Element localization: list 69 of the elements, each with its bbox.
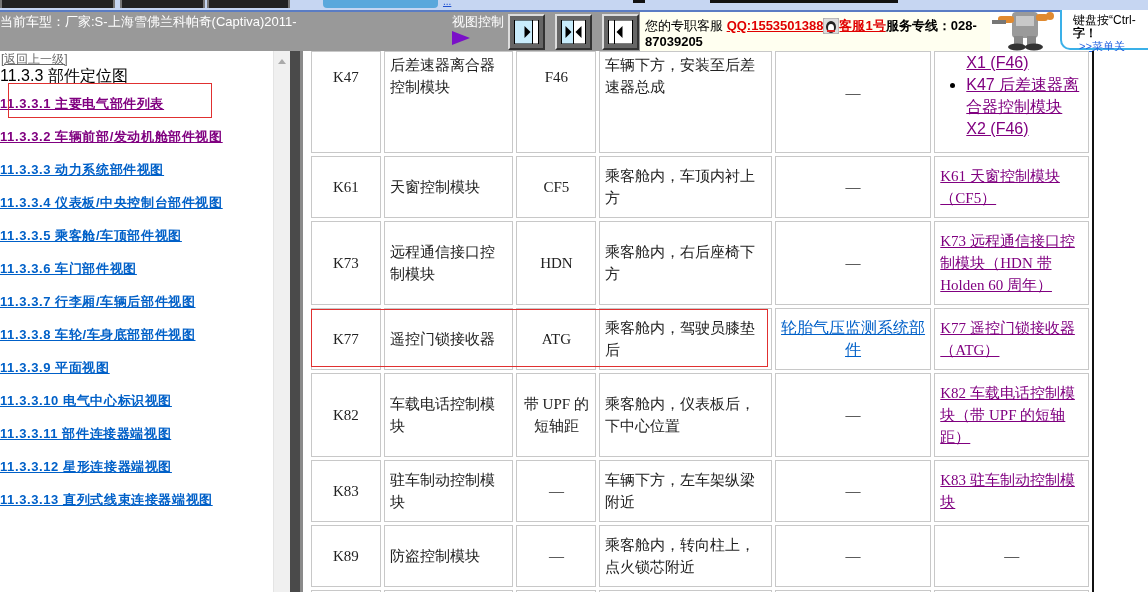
expand-right-button[interactable]	[508, 14, 545, 50]
section-link[interactable]: 11.3.3.9 平面视图	[0, 360, 110, 376]
section-link[interactable]: 11.3.3.11 部件连接器端视图	[0, 426, 172, 442]
toolbar-tab[interactable]	[633, 0, 646, 3]
component-link[interactable]: X1 (F46)	[966, 52, 1083, 74]
location-cell: 乘客舱内，右后座椅下方	[605, 244, 756, 282]
location-cell: 车辆下方，安装至后差速器总成	[605, 57, 756, 95]
section-link[interactable]: 11.3.3.2 车辆前部/发动机舱部件视图	[0, 129, 223, 145]
more-link[interactable]: ...	[443, 0, 452, 7]
name-cell: 远程通信接口控制模块	[389, 244, 495, 282]
name-cell: 防盗控制模块	[389, 548, 480, 564]
section-link[interactable]: 11.3.3.7 行李厢/车辆后部件视图	[0, 294, 196, 310]
code-cell: K82	[333, 407, 359, 423]
expand-left-button[interactable]	[602, 14, 639, 50]
name-cell: 遥控门锁接收器	[389, 331, 495, 347]
connector-cell: CF5	[543, 179, 570, 195]
connector-cell: HDN	[540, 255, 573, 271]
split-view-icon	[561, 20, 586, 44]
section-link[interactable]: 11.3.3.8 车轮/车身底部部件视图	[0, 327, 196, 343]
section-link[interactable]: 11.3.3.10 电气中心标识视图	[0, 393, 172, 409]
dash-text: —	[845, 179, 861, 195]
location-cell: 乘客舱内，车顶内衬上方	[605, 168, 756, 206]
location-cell: 乘客舱内，驾驶员膝垫后	[605, 320, 756, 358]
code-cell: K89	[333, 548, 359, 564]
name-cell: 车载电话控制模块	[389, 396, 495, 434]
section-link[interactable]: 11.3.3.12 星形连接器端视图	[0, 459, 172, 475]
scrollbar[interactable]	[273, 51, 290, 592]
location-cell: 乘客舱内，转向柱上，点火锁芯附近	[605, 537, 756, 575]
name-cell: 后差速器离合器控制模块	[389, 57, 495, 95]
dash-text: —	[845, 255, 861, 271]
connector-cell: 带 UPF 的短轴距	[523, 396, 589, 434]
connector-cell: —	[548, 483, 564, 499]
play-icon[interactable]	[452, 31, 470, 45]
tip-text: 键盘按“Ctrl-	[1073, 14, 1137, 27]
dash-text: —	[845, 407, 861, 423]
tip-text: 字！	[1073, 27, 1097, 40]
dash-text: —	[845, 85, 861, 101]
connector-cell: ATG	[541, 331, 571, 347]
code-cell: K83	[333, 483, 359, 499]
code-cell: K61	[333, 179, 359, 195]
qq-link[interactable]: QQ:1553501388	[726, 18, 824, 33]
agent-link[interactable]: 客服1号	[839, 18, 886, 33]
connector-cell: —	[548, 548, 564, 564]
section-link[interactable]: 11.3.3.4 仪表板/中央控制台部件视图	[0, 195, 223, 211]
split-view-button[interactable]	[555, 14, 592, 50]
dash-text: —	[845, 483, 861, 499]
contact-text: 您的专职客服 QQ:1553501388 客服1号服务专线：028-87039205	[645, 18, 978, 50]
name-cell: 天窗控制模块	[389, 179, 480, 195]
penguin-icon	[823, 18, 840, 34]
section-link[interactable]: 11.3.3.13 直列式线束连接器端视图	[0, 492, 213, 508]
code-cell: K77	[333, 331, 359, 347]
back-link[interactable]: [返回上一级]	[1, 53, 68, 66]
section-link[interactable]: 11.3.3.5 乘客舱/车顶部件视图	[0, 228, 182, 244]
code-cell: K47	[333, 69, 359, 85]
view-control-label: 视图控制	[452, 14, 504, 30]
section-title: 11.3.3 部件定位图	[0, 66, 129, 86]
name-cell: 驻车制动控制模块	[389, 472, 495, 510]
location-cell: 乘客舱内，仪表板后，下中心位置	[605, 396, 756, 434]
current-model-text: 当前车型：厂家:S-上海雪佛兰科帕奇(Captiva)2011-	[0, 14, 297, 31]
section-link[interactable]: 11.3.3.6 车门部件视图	[0, 261, 137, 277]
location-cell: 车辆下方，左车架纵梁附近	[605, 472, 756, 510]
scroll-up-icon[interactable]	[278, 59, 286, 64]
expand-right-icon	[514, 20, 539, 44]
connector-cell: F46	[544, 69, 569, 85]
dash-text: —	[1004, 548, 1020, 564]
section-link[interactable]: 11.3.3.3 动力系统部件视图	[0, 162, 165, 178]
code-cell: K73	[333, 255, 359, 271]
component-link[interactable]: K47 后差速器离合器控制模块 X2 (F46)	[966, 74, 1083, 140]
dash-text: —	[845, 548, 861, 564]
